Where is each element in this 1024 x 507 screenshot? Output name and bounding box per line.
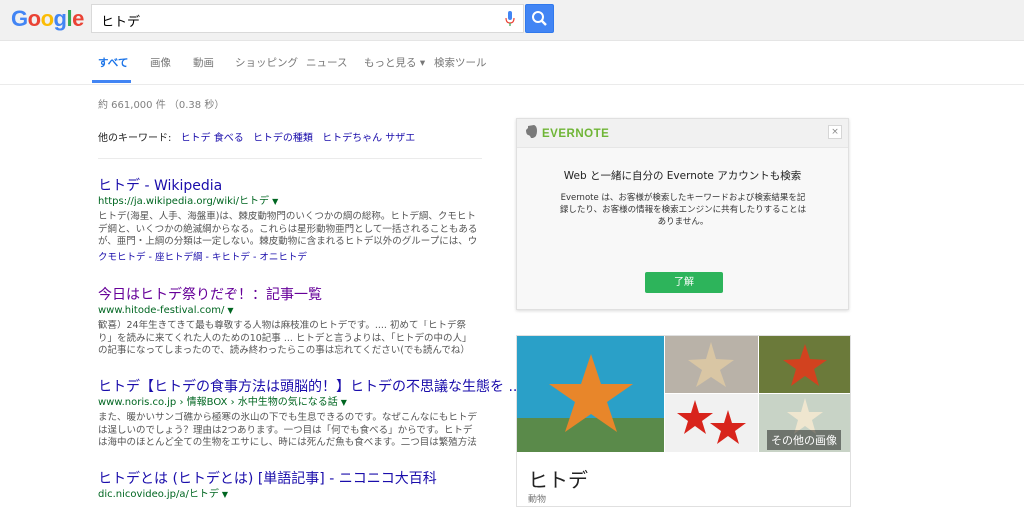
starfish-icon — [688, 342, 734, 387]
result-url-line: https://ja.wikipedia.org/wiki/ヒトデ ▼ — [98, 195, 478, 209]
tab-images[interactable]: 画像 — [150, 55, 171, 70]
evernote-description: Evernote は、お客様が検索したキーワードおよび検索結果を記録したり、お客… — [559, 193, 807, 227]
result-url-line: www.hitode-festival.com/▼ — [98, 304, 478, 318]
tab-more[interactable]: もっと見る ▾ — [364, 55, 425, 70]
result-sublinks[interactable]: クモヒトデ - 座ヒトデ綱 - キヒトデ - オニヒトデ — [98, 251, 478, 265]
microphone-icon[interactable] — [505, 11, 515, 27]
related-link[interactable]: ヒトデちゃん サザエ — [322, 133, 415, 144]
divider — [98, 158, 482, 159]
ok-button[interactable]: 了解 — [645, 272, 723, 293]
elephant-icon — [526, 125, 537, 138]
starfish-image[interactable] — [517, 336, 664, 452]
search-result: ヒトデとは (ヒトデとは) [単語記事] - ニコニコ大百科 dic.nicov… — [98, 470, 478, 502]
active-tab-indicator — [92, 80, 131, 83]
close-button[interactable]: × — [828, 125, 842, 139]
related-link[interactable]: ヒトデの種類 — [253, 133, 313, 144]
result-snippet: 歓喜）24年生きてきて最も尊敬する人物は麻枝准のヒトデです。.... 初めて「ヒ… — [98, 320, 472, 358]
starfish-icon — [783, 344, 827, 386]
related-label: 他のキーワード: — [98, 133, 172, 144]
evernote-logo: EVERNOTE — [525, 124, 609, 140]
result-snippet: また、暖かいサンゴ礁から極寒の氷山の下でも生息できるのです。なぜこんなにもヒトデ… — [98, 412, 477, 450]
more-images-link[interactable]: その他の画像 — [767, 430, 841, 450]
tab-videos[interactable]: 動画 — [193, 55, 214, 70]
result-url-line: www.noris.co.jp › 情報BOX › 水中生物の気になる話 ▼ — [98, 396, 478, 410]
related-link[interactable]: ヒトデ 食べる — [181, 133, 244, 144]
starfish-image[interactable] — [759, 336, 850, 393]
search-tabs: すべて 画像 動画 ショッピング ニュース もっと見る ▾ 検索ツール — [0, 41, 1024, 85]
search-result: 今日はヒトデ祭りだぞ！：記事一覧 www.hitode-festival.com… — [98, 286, 478, 358]
tab-all[interactable]: すべて — [98, 55, 128, 70]
starfish-image[interactable] — [665, 336, 758, 393]
starfish-icon — [517, 354, 664, 452]
evernote-header: EVERNOTE × — [517, 119, 848, 148]
google-logo[interactable]: Google — [11, 6, 84, 32]
starfish-image[interactable] — [665, 394, 758, 452]
related-keywords: 他のキーワード: ヒトデ 食べる ヒトデの種類 ヒトデちゃん サザエ — [98, 129, 415, 144]
result-url: www.noris.co.jp › 情報BOX › 水中生物の気になる話 — [98, 397, 338, 408]
search-result: ヒトデ【ヒトデの食事方法は頭脳的！】ヒトデの不思議な生態を ... www.no… — [98, 378, 522, 450]
entity-subtitle: 動物 — [528, 495, 547, 505]
dropdown-arrow-icon[interactable]: ▼ — [272, 197, 278, 206]
search-icon — [532, 11, 547, 26]
result-url: www.hitode-festival.com/ — [98, 305, 225, 316]
dropdown-arrow-icon[interactable]: ▼ — [222, 490, 228, 499]
result-title[interactable]: ヒトデとは (ヒトデとは) [単語記事] - ニコニコ大百科 — [98, 470, 478, 488]
result-url: https://ja.wikipedia.org/wiki/ヒトデ — [98, 196, 270, 207]
result-title[interactable]: ヒトデ【ヒトデの食事方法は頭脳的！】ヒトデの不思議な生態を ... — [98, 378, 522, 396]
result-title[interactable]: ヒトデ - Wikipedia — [98, 177, 478, 195]
entity-title: ヒトデ — [528, 468, 588, 492]
search-result: ヒトデ - Wikipedia https://ja.wikipedia.org… — [98, 177, 478, 265]
knowledge-panel: その他の画像 ヒトデ 動物 — [516, 335, 851, 507]
top-bar: Google — [0, 0, 1024, 41]
result-stats: 約 661,000 件 （0.38 秒） — [98, 100, 225, 111]
result-url: dic.nicovideo.jp/a/ヒトデ — [98, 489, 219, 500]
search-box[interactable] — [91, 4, 524, 33]
starfish-icon — [677, 400, 746, 444]
tab-news[interactable]: ニュース — [306, 55, 347, 70]
evernote-panel: EVERNOTE × Web と一緒に自分の Evernote アカウントも検索… — [516, 118, 849, 310]
tab-shopping[interactable]: ショッピング — [235, 55, 298, 70]
evernote-title: Web と一緒に自分の Evernote アカウントも検索 — [563, 170, 802, 182]
dropdown-arrow-icon[interactable]: ▼ — [341, 398, 347, 407]
result-url-line: dic.nicovideo.jp/a/ヒトデ ▼ — [98, 488, 478, 502]
dropdown-arrow-icon[interactable]: ▼ — [227, 306, 233, 315]
tab-search-tools[interactable]: 検索ツール — [434, 55, 487, 70]
search-input[interactable] — [99, 9, 493, 31]
search-button[interactable] — [525, 4, 554, 33]
result-title[interactable]: 今日はヒトデ祭りだぞ！：記事一覧 — [98, 286, 478, 304]
result-snippet: ヒトデ(海星、人手、海盤車)は、棘皮動物門のいくつかの綱の総称。ヒトデ綱、クモヒ… — [98, 211, 478, 249]
